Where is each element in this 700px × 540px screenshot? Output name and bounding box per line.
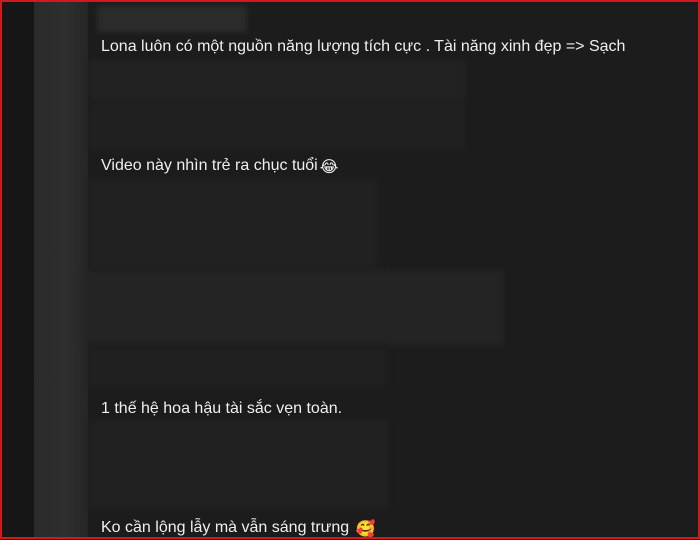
blurred-username <box>97 6 247 32</box>
blurred-region <box>88 60 466 102</box>
smiling-hearts-emoji-icon: 🥰 <box>355 521 376 538</box>
blurred-region <box>88 348 388 388</box>
blurred-region <box>88 102 466 152</box>
comment-text: Lona luôn có một nguồn năng lượng tích c… <box>101 38 626 55</box>
comment-text: 1 thế hệ hoa hậu tài sắc vẹn toàn. <box>101 400 343 417</box>
blurred-region <box>88 420 388 510</box>
blurred-region <box>88 178 378 268</box>
blurred-region <box>84 270 504 345</box>
avatar-column-blurred <box>34 2 88 537</box>
laughing-emoji-icon: 😂 <box>319 159 339 176</box>
comment-text: Ko cần lộng lẫy mà vẫn sáng trưng 🥰 <box>101 519 376 538</box>
comment-text: Video này nhìn trẻ ra chục tuổi 😂 <box>101 157 339 176</box>
left-rail <box>2 2 34 537</box>
